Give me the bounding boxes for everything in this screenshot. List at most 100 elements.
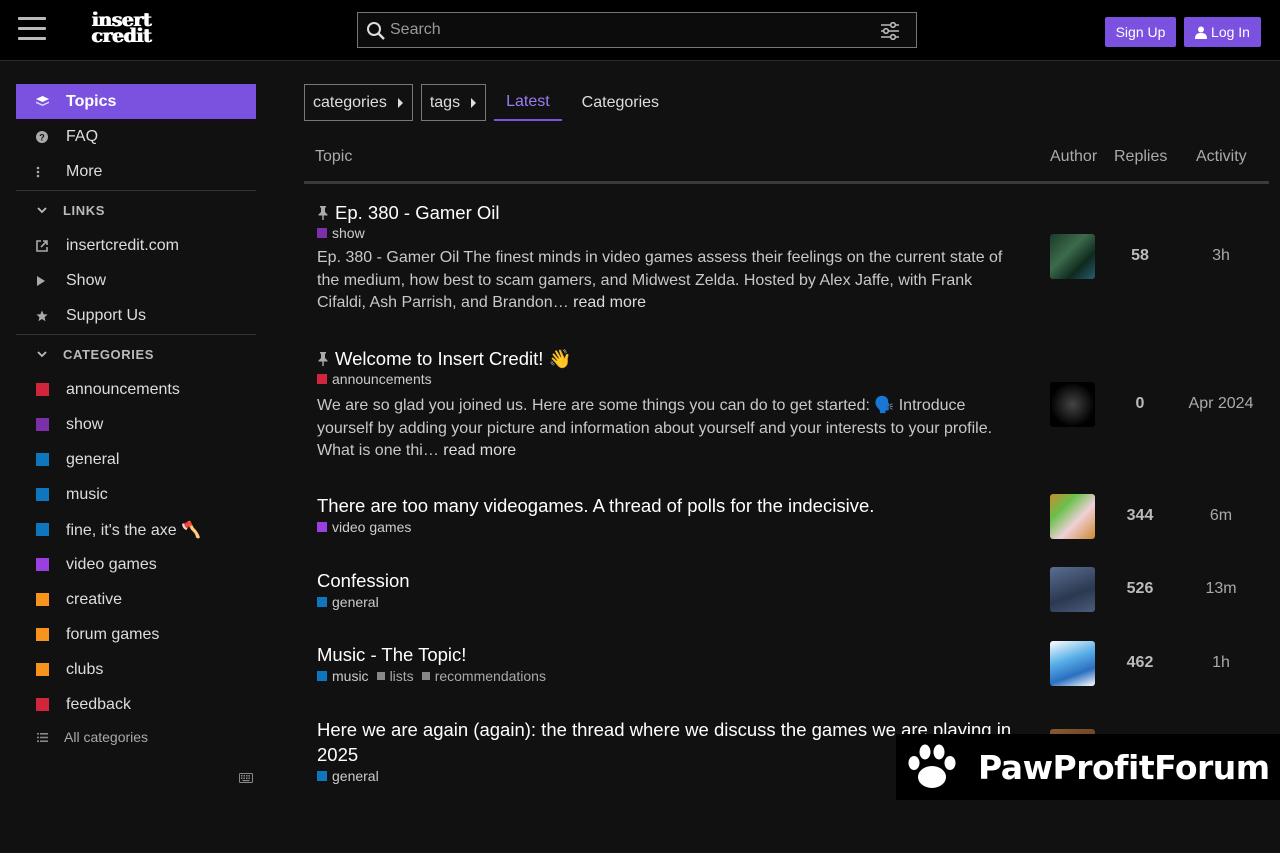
category-badge[interactable]: show	[317, 225, 365, 241]
column-header-topic[interactable]: Topic	[315, 148, 352, 166]
tag-badge[interactable]: recommendations	[421, 668, 546, 684]
tags-dropdown[interactable]: tags	[420, 84, 487, 121]
activity-time[interactable]: 6m	[1177, 507, 1265, 525]
read-more-link[interactable]: read more	[573, 294, 646, 311]
category-color-swatch	[36, 663, 49, 676]
category-badge[interactable]: general	[317, 768, 379, 784]
sidebar-category-label: announcements	[66, 380, 180, 398]
activity-time[interactable]: 3h	[1177, 247, 1265, 265]
category-color-swatch	[36, 453, 49, 466]
author-avatar[interactable]	[1050, 382, 1095, 427]
logo-line-2: credit	[91, 25, 151, 47]
star-icon	[36, 310, 48, 321]
category-badge[interactable]: video games	[317, 519, 411, 535]
category-badge-label: show	[332, 225, 365, 241]
category-badge-label: announcements	[332, 371, 432, 387]
category-color-swatch	[36, 698, 49, 711]
topic-title-link[interactable]: Confession	[317, 568, 1017, 593]
topic-title-link[interactable]: Ep. 380 - Gamer Oil	[317, 200, 1017, 225]
svg-text:?: ?	[39, 132, 45, 142]
sidebar-category-item[interactable]: general	[16, 442, 256, 477]
search-filters-icon[interactable]	[880, 22, 900, 40]
hamburger-menu-icon[interactable]	[18, 17, 46, 43]
sidebar-link-support-us[interactable]: Support Us	[16, 298, 256, 333]
sidebar-category-item[interactable]: creative	[16, 582, 256, 617]
sidebar-link-insertcredit[interactable]: insertcredit.com	[16, 228, 256, 263]
sidebar-category-label: general	[66, 450, 120, 468]
pin-icon	[318, 206, 328, 220]
caret-right-icon	[397, 97, 403, 108]
sidebar-category-item[interactable]: show	[16, 407, 256, 442]
sidebar-category-item[interactable]: video games	[16, 547, 256, 582]
sidebar-item-label: Topics	[66, 92, 117, 110]
sidebar-category-item[interactable]: announcements	[16, 372, 256, 407]
divider	[16, 190, 256, 191]
links-section-header[interactable]: LINKS	[16, 192, 256, 228]
category-badge[interactable]: announcements	[317, 371, 432, 387]
topic-title-link[interactable]: Music - The Topic!	[317, 642, 1017, 667]
sidebar-category-item[interactable]: music	[16, 477, 256, 512]
author-avatar[interactable]	[1050, 234, 1095, 279]
category-color-swatch	[36, 558, 49, 571]
column-header-activity[interactable]: Activity	[1196, 148, 1247, 166]
sidebar-item-more[interactable]: More	[16, 154, 256, 189]
topic-title-link[interactable]: Welcome to Insert Credit! 👋	[317, 346, 1017, 371]
sidebar-category-item[interactable]: clubs	[16, 652, 256, 687]
tag-badge[interactable]: lists	[376, 668, 414, 684]
read-more-link[interactable]: read more	[443, 442, 516, 459]
column-header-replies[interactable]: Replies	[1114, 148, 1167, 166]
sidebar-item-topics[interactable]: Topics	[16, 84, 256, 119]
sidebar-all-categories[interactable]: All categories	[16, 722, 256, 752]
topic-categories: announcements	[317, 371, 440, 387]
topic-title-link[interactable]: There are too many videogames. A thread …	[317, 493, 1017, 518]
sidebar-item-faq[interactable]: ? FAQ	[16, 119, 256, 154]
tab-latest[interactable]: Latest	[494, 84, 562, 121]
categories-section-header[interactable]: CATEGORIES	[16, 336, 256, 372]
topic-title-text: There are too many videogames. A thread …	[317, 495, 875, 516]
sidebar-categories-list: announcements show general music fine, it's …	[16, 372, 256, 722]
category-color-swatch	[36, 383, 49, 396]
reply-count: 58	[1131, 247, 1149, 264]
category-badge[interactable]: music	[317, 668, 369, 684]
watermark-text: PawProfitForum	[978, 747, 1270, 787]
activity-time[interactable]: 1h	[1177, 654, 1265, 672]
topic-categories: video games	[317, 519, 419, 535]
site-logo[interactable]: insert credit	[80, 11, 162, 48]
tab-categories[interactable]: Categories	[570, 84, 671, 121]
all-categories-label: All categories	[64, 729, 149, 745]
topic-categories: general	[317, 768, 387, 784]
tag-label: recommendations	[434, 668, 546, 684]
category-badge-label: video games	[332, 519, 412, 535]
author-avatar[interactable]	[1050, 494, 1095, 539]
activity-time[interactable]: Apr 2024	[1177, 395, 1265, 413]
watermark-logo: PawProfitForum	[896, 734, 1280, 800]
sidebar-category-item[interactable]: forum games	[16, 617, 256, 652]
categories-header-label: CATEGORIES	[63, 346, 154, 362]
sidebar-category-item[interactable]: feedback	[16, 687, 256, 722]
caret-right-icon	[471, 97, 477, 108]
sidebar-category-item[interactable]: fine, it's the axe 🪓	[16, 512, 256, 547]
log-in-button[interactable]: Log In	[1184, 17, 1261, 47]
keyboard-shortcuts-icon[interactable]	[239, 772, 253, 784]
author-avatar[interactable]	[1050, 567, 1095, 612]
pin-icon	[318, 352, 328, 366]
sign-up-button[interactable]: Sign Up	[1105, 17, 1176, 47]
reply-count: 526	[1126, 580, 1154, 597]
author-avatar[interactable]	[1050, 641, 1095, 686]
category-color-swatch	[36, 523, 49, 536]
site-header: insert credit Sign Up Log In	[0, 0, 1280, 61]
category-color-swatch	[317, 597, 327, 607]
category-color-swatch	[317, 671, 327, 681]
sidebar-link-show[interactable]: Show	[16, 263, 256, 298]
topic-excerpt-text: Ep. 380 - Gamer Oil The finest minds in …	[317, 249, 1003, 311]
categories-dropdown[interactable]: categories	[304, 84, 413, 121]
question-circle-icon: ?	[36, 130, 48, 143]
category-badge[interactable]: general	[317, 594, 379, 610]
chevron-down-icon	[37, 350, 47, 357]
search-input[interactable]	[390, 16, 870, 44]
sidebar-category-label: show	[66, 415, 104, 433]
reply-count: 462	[1126, 654, 1154, 671]
sidebar-category-label: fine, it's the axe 🪓	[66, 521, 202, 539]
activity-time[interactable]: 13m	[1177, 580, 1265, 598]
topic-categories: show	[317, 225, 373, 241]
